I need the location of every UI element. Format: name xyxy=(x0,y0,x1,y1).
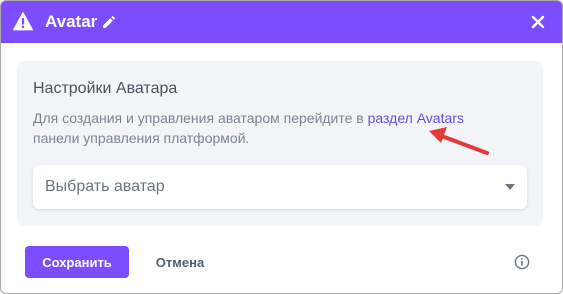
chevron-down-icon xyxy=(505,184,515,190)
dialog-header: Avatar xyxy=(1,1,562,43)
dialog-title: Avatar xyxy=(45,12,98,31)
avatar-select[interactable]: Выбрать аватар xyxy=(33,165,527,209)
settings-title: Настройки Аватара xyxy=(33,80,178,97)
warning-icon xyxy=(13,12,33,31)
save-button[interactable]: Сохранить xyxy=(25,246,129,278)
description-suffix: панели управления платформой. xyxy=(33,130,250,146)
annotation-arrow-icon xyxy=(429,127,489,155)
description-prefix: Для создания и управления аватаром перей… xyxy=(33,110,368,126)
cancel-button[interactable]: Отмена xyxy=(146,246,214,278)
avatar-dialog: Avatar Настройки Аватара Для создания и … xyxy=(0,0,563,294)
edit-icon[interactable] xyxy=(102,15,116,29)
avatar-select-placeholder: Выбрать аватар xyxy=(45,178,165,195)
close-icon[interactable] xyxy=(531,15,545,29)
info-icon[interactable] xyxy=(514,254,530,270)
